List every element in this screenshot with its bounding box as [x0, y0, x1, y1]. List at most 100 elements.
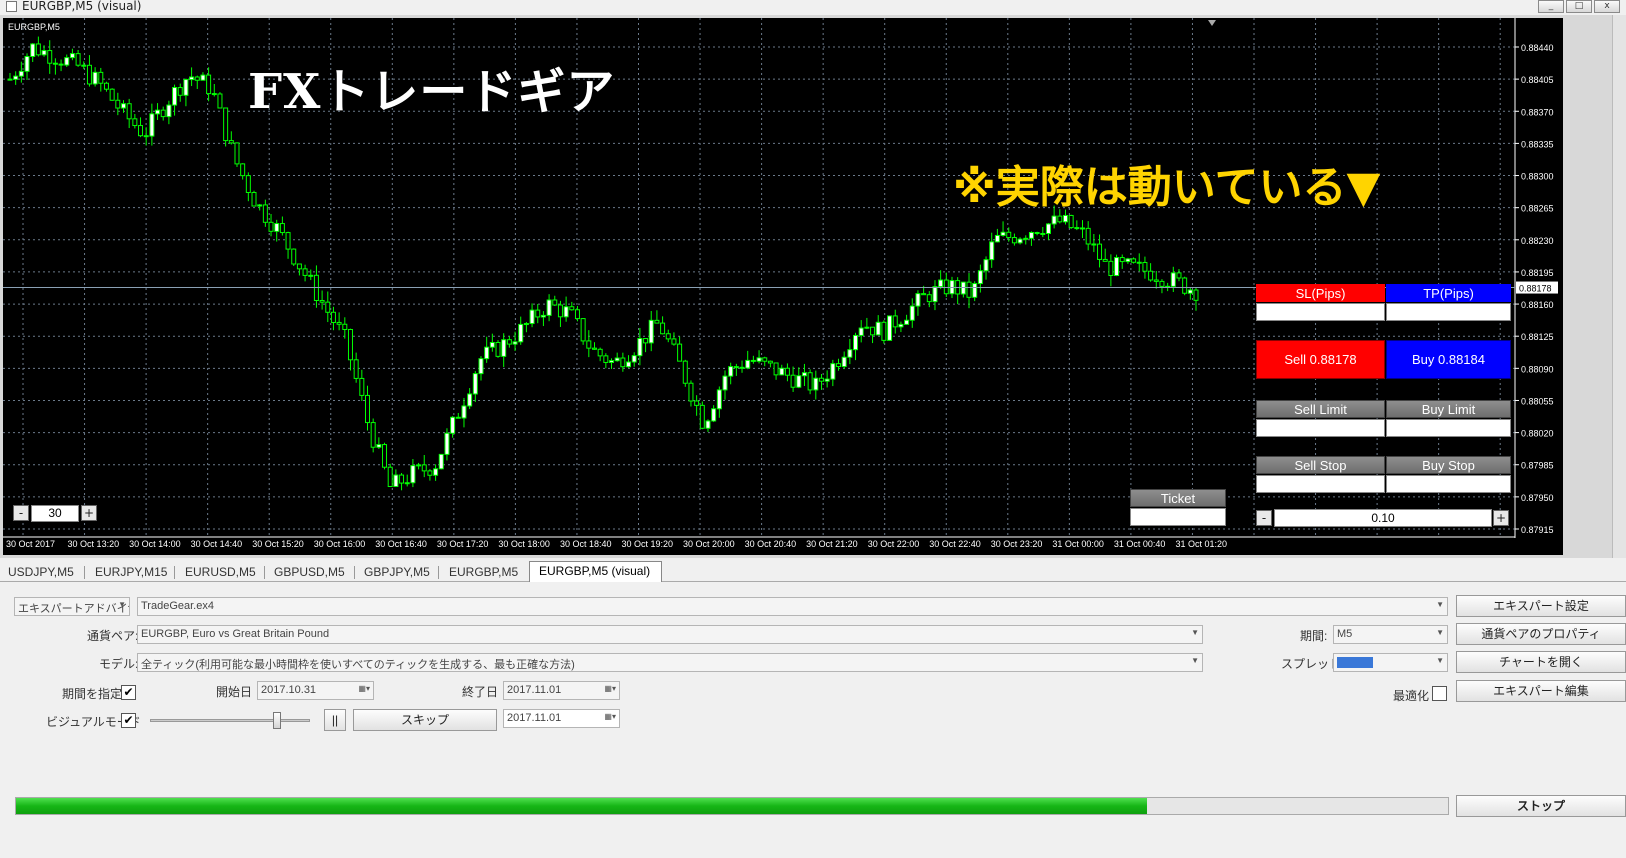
tab-eurgbp-m5[interactable]: EURGBP,M5	[449, 563, 518, 582]
sell-stop-input[interactable]	[1256, 475, 1385, 493]
candle-body	[875, 321, 881, 336]
start-date-label: 開始日	[216, 685, 253, 699]
tab-gbpjpy-m5[interactable]: GBPJPY,M5	[364, 563, 430, 582]
candle-body	[98, 71, 104, 84]
candle-body	[1045, 223, 1051, 235]
test-progress-bar	[15, 797, 1449, 815]
candle-body	[382, 444, 388, 468]
symbol-properties-button[interactable]: 通貨ペアのプロパティ	[1456, 623, 1626, 645]
open-chart-button[interactable]: チャートを開く	[1456, 651, 1626, 673]
candle-body	[847, 349, 853, 358]
candle-body	[427, 470, 433, 476]
stop-button[interactable]: ストップ	[1456, 795, 1626, 817]
period-select[interactable]: M5 ▼	[1333, 625, 1448, 644]
sell-limit-button[interactable]: Sell Limit	[1256, 400, 1385, 418]
tab-eurjpy-m15[interactable]: EURJPY,M15	[95, 563, 167, 582]
test-progress-fill	[16, 798, 1148, 814]
use-date-label: 期間を指定	[62, 687, 123, 701]
symbol-label: 通貨ペア:	[87, 629, 139, 643]
zoom-minus-button[interactable]: -	[13, 505, 29, 521]
skip-to-date-value: 2017.11.01	[507, 712, 562, 724]
zoom-input[interactable]: 30	[31, 505, 79, 522]
sell-limit-input[interactable]	[1256, 419, 1385, 437]
use-date-checkbox[interactable]: ✔	[121, 685, 136, 700]
spread-select[interactable]: ▼	[1333, 653, 1448, 672]
start-date-picker[interactable]: 2017.10.31 ▦▾	[257, 681, 374, 700]
time-label: 30 Oct 21:20	[806, 539, 858, 549]
time-label: 30 Oct 15:20	[252, 539, 304, 549]
period-value: M5	[1337, 628, 1353, 640]
candle-body	[1102, 258, 1108, 262]
ticket-input[interactable]	[1130, 508, 1226, 526]
visual-speed-slider[interactable]	[150, 719, 310, 722]
candle-body	[69, 53, 75, 59]
candle-body	[132, 118, 138, 127]
sell-button[interactable]: Sell 0.88178	[1256, 340, 1385, 379]
candle-body	[1000, 231, 1006, 236]
close-button[interactable]: x	[1594, 0, 1620, 13]
visual-speed-slider-thumb[interactable]	[273, 712, 281, 729]
edit-expert-button[interactable]: エキスパート編集	[1456, 680, 1626, 702]
sl-pips-header: SL(Pips)	[1256, 284, 1385, 302]
tab-separator	[264, 566, 265, 579]
expert-properties-button[interactable]: エキスパート設定	[1456, 595, 1626, 617]
end-date-value: 2017.11.01	[507, 684, 562, 696]
sl-pips-input[interactable]	[1256, 303, 1385, 321]
tester-type-select[interactable]: エキスパートアドバイザ ▼	[14, 597, 130, 616]
tab-eurgbp-m5-visual[interactable]: EURGBP,M5 (visual)	[529, 561, 662, 582]
buy-limit-button[interactable]: Buy Limit	[1386, 400, 1511, 418]
lot-size-input[interactable]: 0.10	[1274, 509, 1492, 527]
restore-button[interactable]: □	[1566, 0, 1592, 13]
candle-body	[1097, 243, 1103, 260]
candle-body	[784, 367, 790, 376]
model-select[interactable]: 全ティック(利用可能な最小時間枠を使いすべてのティックを生成する、最も正確な方法…	[137, 653, 1203, 672]
expert-select[interactable]: TradeGear.ex4 ▼	[137, 597, 1448, 616]
end-date-picker[interactable]: 2017.11.01 ▦▾	[503, 681, 620, 700]
skip-to-date-picker[interactable]: 2017.11.01 ▦▾	[503, 709, 620, 728]
candle-body	[41, 50, 47, 56]
symbol-select[interactable]: EURGBP, Euro vs Great Britain Pound ▼	[137, 625, 1203, 644]
ticket-button[interactable]: Ticket	[1130, 489, 1226, 507]
period-label: 期間:	[1300, 629, 1328, 643]
pause-button[interactable]: ||	[324, 709, 346, 731]
lot-plus-button[interactable]: +	[1493, 510, 1509, 526]
buy-stop-button[interactable]: Buy Stop	[1386, 456, 1511, 474]
candle-body	[495, 342, 501, 357]
candle-body	[1034, 232, 1040, 235]
visual-mode-checkbox[interactable]: ✔	[121, 713, 136, 728]
candle-body	[728, 366, 734, 377]
candle-body	[518, 323, 524, 343]
candle-body	[1170, 272, 1176, 287]
candle-body	[733, 366, 739, 369]
price-label: 0.88230	[1521, 236, 1554, 246]
candle-body	[807, 372, 813, 391]
candle-body	[648, 319, 654, 344]
optimize-checkbox[interactable]	[1432, 686, 1447, 701]
price-label: 0.88125	[1521, 332, 1554, 342]
strategy-tester: エキスパートアドバイザ ▼ TradeGear.ex4 ▼ エキスパート設定 通貨ペ…	[0, 583, 1626, 858]
candle-body	[353, 359, 359, 379]
candle-body	[467, 393, 473, 407]
sell-stop-button[interactable]: Sell Stop	[1256, 456, 1385, 474]
tab-eurusd-m5[interactable]: EURUSD,M5	[185, 563, 256, 582]
zoom-plus-button[interactable]: +	[81, 505, 97, 521]
tp-pips-input[interactable]	[1386, 303, 1511, 321]
time-label: 30 Oct 13:20	[68, 539, 120, 549]
skip-button[interactable]: スキップ	[353, 709, 497, 731]
tab-usdjpy-m5[interactable]: USDJPY,M5	[8, 563, 74, 582]
candle-body	[1108, 260, 1114, 277]
candle-body	[404, 482, 410, 485]
lot-minus-button[interactable]: -	[1256, 510, 1272, 526]
vertical-scrollbar[interactable]	[1612, 15, 1626, 558]
buy-limit-input[interactable]	[1386, 419, 1511, 437]
candle-body	[529, 309, 535, 325]
price-chart[interactable]: 0.88440 0.88405 0.88370 0.88335 0.88300 0.882…	[3, 18, 1563, 555]
tester-type-value: エキスパートアドバイザ	[18, 603, 130, 615]
candle-body	[1028, 232, 1034, 239]
buy-stop-input[interactable]	[1386, 475, 1511, 493]
tab-gbpusd-m5[interactable]: GBPUSD,M5	[274, 563, 345, 582]
buy-button[interactable]: Buy 0.88184	[1386, 340, 1511, 379]
minimize-button[interactable]: _	[1538, 0, 1564, 13]
candle-body	[643, 338, 649, 344]
candle-body	[506, 339, 512, 345]
